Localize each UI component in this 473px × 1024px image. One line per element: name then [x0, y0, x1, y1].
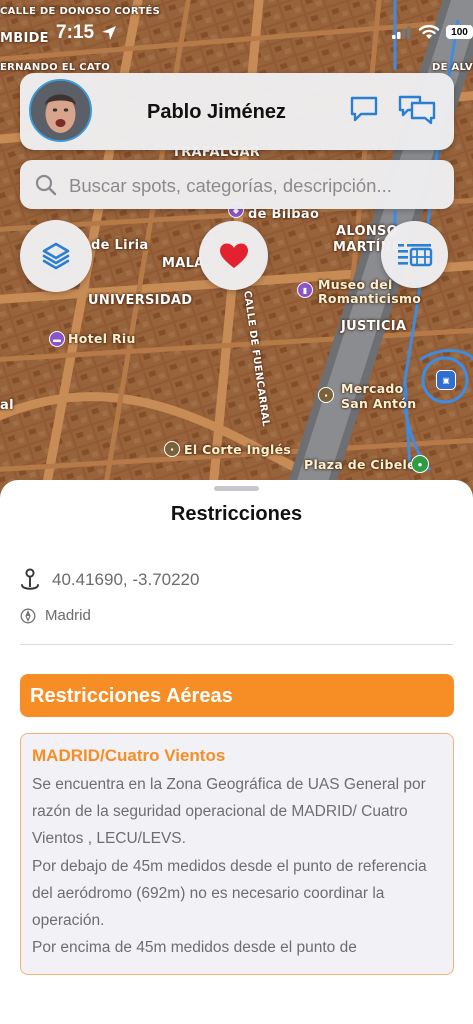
map-label-poi: Museo del	[318, 277, 393, 292]
map-label-poi: Romanticismo	[318, 291, 422, 306]
location-arrow-icon	[102, 26, 116, 40]
favorite-button[interactable]	[199, 221, 268, 290]
restrictions-sheet: Restricciones 40.41690, -3.70220 Madrid …	[0, 480, 473, 1024]
compass-icon	[20, 607, 36, 624]
avatar-photo	[31, 81, 90, 140]
list-view-button[interactable]	[381, 221, 448, 288]
restriction-paragraph: Por encima de 45m medidos desde el punto…	[32, 939, 357, 957]
layers-button[interactable]	[20, 220, 92, 292]
chat-bubble-icon[interactable]	[348, 93, 380, 125]
map-label-street: CALLE DE DONOSO CORTÉS	[0, 6, 161, 17]
cellular-signal-icon	[392, 26, 411, 39]
coordinates-text: 40.41690, -3.70220	[52, 570, 200, 589]
battery-indicator: 100	[446, 25, 473, 39]
wifi-icon	[418, 24, 440, 39]
map-label-poi: Mercado	[341, 381, 404, 396]
user-name: Pablo Jiménez	[147, 101, 286, 123]
search-icon	[35, 174, 57, 196]
list-media-icon	[397, 243, 432, 266]
restriction-card: MADRID/Cuatro Vientos Se encuentra en la…	[20, 733, 454, 975]
sheet-title: Restricciones	[170, 503, 303, 525]
chat-bubbles-icon[interactable]	[397, 93, 437, 127]
restriction-paragraph: Por debajo de 45m medidos desde el punto…	[32, 857, 427, 930]
restriction-title: MADRID/Cuatro Vientos	[32, 746, 226, 765]
status-time: 7:15	[56, 22, 95, 43]
heart-icon	[219, 243, 248, 268]
map-label-place: de Liria	[91, 238, 149, 253]
map-label-street: ERNANDO EL CATO	[0, 62, 111, 73]
avatar[interactable]	[29, 79, 92, 142]
city-text: Madrid	[45, 607, 91, 624]
map-label-street: DE ALVO	[432, 62, 473, 73]
map-label-street: MBIDE	[0, 31, 49, 46]
map-label-place: al	[0, 398, 14, 413]
museum-pin-icon[interactable]: ▮	[297, 282, 313, 298]
bus-pin-icon[interactable]: ▣	[436, 370, 456, 390]
map-label-district: JUSTICIA	[341, 319, 407, 334]
search-bar[interactable]	[20, 160, 454, 211]
map-label-poi: Hotel Riu	[68, 331, 136, 346]
restriction-body: Se encuentra en la Zona Geográfica de UA…	[32, 771, 443, 961]
metro-pin-icon[interactable]: ●	[411, 455, 429, 473]
status-indicators: 100	[392, 24, 473, 40]
air-restrictions-title: Restricciones Aéreas	[30, 685, 233, 707]
map-label-poi: Plaza de Cibeles	[304, 457, 424, 472]
profile-header: Pablo Jiménez	[20, 73, 454, 150]
layers-icon	[42, 242, 70, 270]
coordinates-row: 40.41690, -3.70220	[20, 568, 199, 592]
divider	[20, 644, 453, 645]
map-label-poi: El Corte Inglés	[184, 442, 292, 457]
sheet-grabber[interactable]	[214, 486, 259, 491]
air-restrictions-header[interactable]: Restricciones Aéreas	[20, 674, 454, 717]
shop-pin-icon[interactable]: ▪	[164, 441, 180, 457]
hotel-pin-icon[interactable]: ▬	[49, 331, 65, 347]
map-label-district: UNIVERSIDAD	[88, 293, 193, 308]
market-pin-icon[interactable]: ▪	[318, 387, 334, 403]
search-input[interactable]	[67, 160, 446, 211]
location-pin-icon	[21, 568, 39, 590]
map-label-poi: San Antón	[341, 396, 417, 411]
restriction-paragraph: Se encuentra en la Zona Geográfica de UA…	[32, 776, 426, 848]
city-row: Madrid	[20, 607, 91, 624]
